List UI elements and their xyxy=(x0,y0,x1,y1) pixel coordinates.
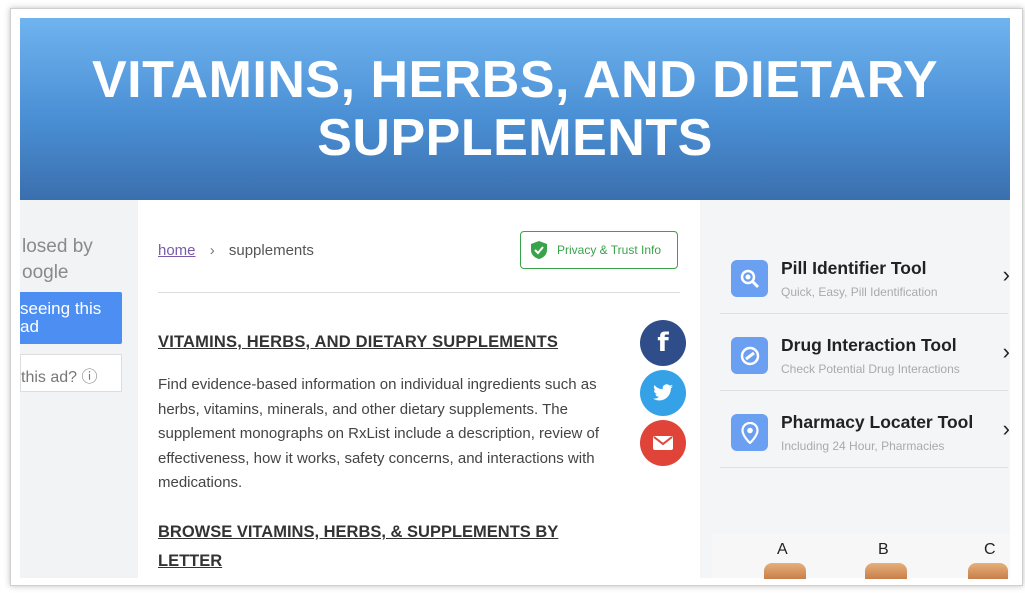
main-content: home › supplements Privacy & Trust Info … xyxy=(138,200,700,578)
shield-check-icon xyxy=(531,241,547,259)
pill-search-icon xyxy=(731,260,768,297)
breadcrumb-separator: › xyxy=(209,242,215,259)
ad-closed-line1: losed by xyxy=(22,236,93,257)
letter-a-link[interactable]: A xyxy=(777,541,788,559)
ad-column: losed by oogle seeing this ad this ad? ⓘ xyxy=(20,200,138,578)
tool-subtitle: Quick, Easy, Pill Identification xyxy=(781,285,938,299)
browse-heading: BROWSE VITAMINS, HERBS, & SUPPLEMENTS BY… xyxy=(158,523,559,570)
email-icon xyxy=(653,436,673,450)
twitter-icon xyxy=(653,384,673,401)
chevron-right-icon: › xyxy=(1002,416,1010,441)
twitter-share-button[interactable] xyxy=(640,370,686,416)
tool-subtitle: Check Potential Drug Interactions xyxy=(781,362,960,376)
ad-closed-label: losed by oogle xyxy=(22,234,93,286)
chevron-right-icon: › xyxy=(1002,262,1010,287)
page-banner: VITAMINS, HERBS, AND DIETARY SUPPLEMENTS xyxy=(20,18,1010,200)
section-heading: VITAMINS, HERBS, AND DIETARY SUPPLEMENTS xyxy=(158,333,559,351)
chevron-right-icon: › xyxy=(1002,339,1010,364)
pharmacy-locater-tool[interactable]: Pharmacy Locater Tool Including 24 Hour,… xyxy=(720,392,1010,468)
tool-name: Drug Interaction Tool xyxy=(781,335,957,355)
section-description: Find evidence-based information on indiv… xyxy=(158,376,600,491)
tool-subtitle: Including 24 Hour, Pharmacies xyxy=(781,439,945,453)
why-this-ad-button[interactable]: this ad? ⓘ xyxy=(20,354,122,392)
email-share-button[interactable] xyxy=(640,420,686,466)
letter-c-link[interactable]: C xyxy=(984,541,996,559)
tool-name: Pharmacy Locater Tool xyxy=(781,412,974,432)
location-pin-icon xyxy=(731,414,768,451)
drug-interaction-icon xyxy=(731,337,768,374)
letter-index-strip: A B C xyxy=(712,533,1010,579)
breadcrumb-current: supplements xyxy=(228,242,314,259)
tool-name: Pill Identifier Tool xyxy=(781,258,927,278)
letter-b-link[interactable]: B xyxy=(878,541,889,559)
ad-closed-line2: oogle xyxy=(22,262,69,283)
privacy-trust-button[interactable]: Privacy & Trust Info xyxy=(520,231,678,269)
breadcrumb-home-link[interactable]: home xyxy=(158,242,196,259)
pill-identifier-tool[interactable]: Pill Identifier Tool Quick, Easy, Pill I… xyxy=(720,238,1010,314)
breadcrumb-divider xyxy=(158,292,680,293)
drug-interaction-tool[interactable]: Drug Interaction Tool Check Potential Dr… xyxy=(720,315,1010,391)
facebook-share-button[interactable]: f xyxy=(640,320,686,366)
pill-image xyxy=(968,563,1008,579)
facebook-icon: f xyxy=(657,328,669,358)
tools-sidebar: Pill Identifier Tool Quick, Easy, Pill I… xyxy=(700,200,1010,579)
privacy-label: Privacy & Trust Info xyxy=(557,243,662,257)
pill-image xyxy=(764,563,806,579)
pill-image xyxy=(865,563,907,579)
banner-title: VITAMINS, HERBS, AND DIETARY SUPPLEMENTS xyxy=(91,51,939,167)
breadcrumb: home › supplements xyxy=(158,242,314,259)
stop-seeing-ad-button[interactable]: seeing this ad xyxy=(20,292,122,344)
